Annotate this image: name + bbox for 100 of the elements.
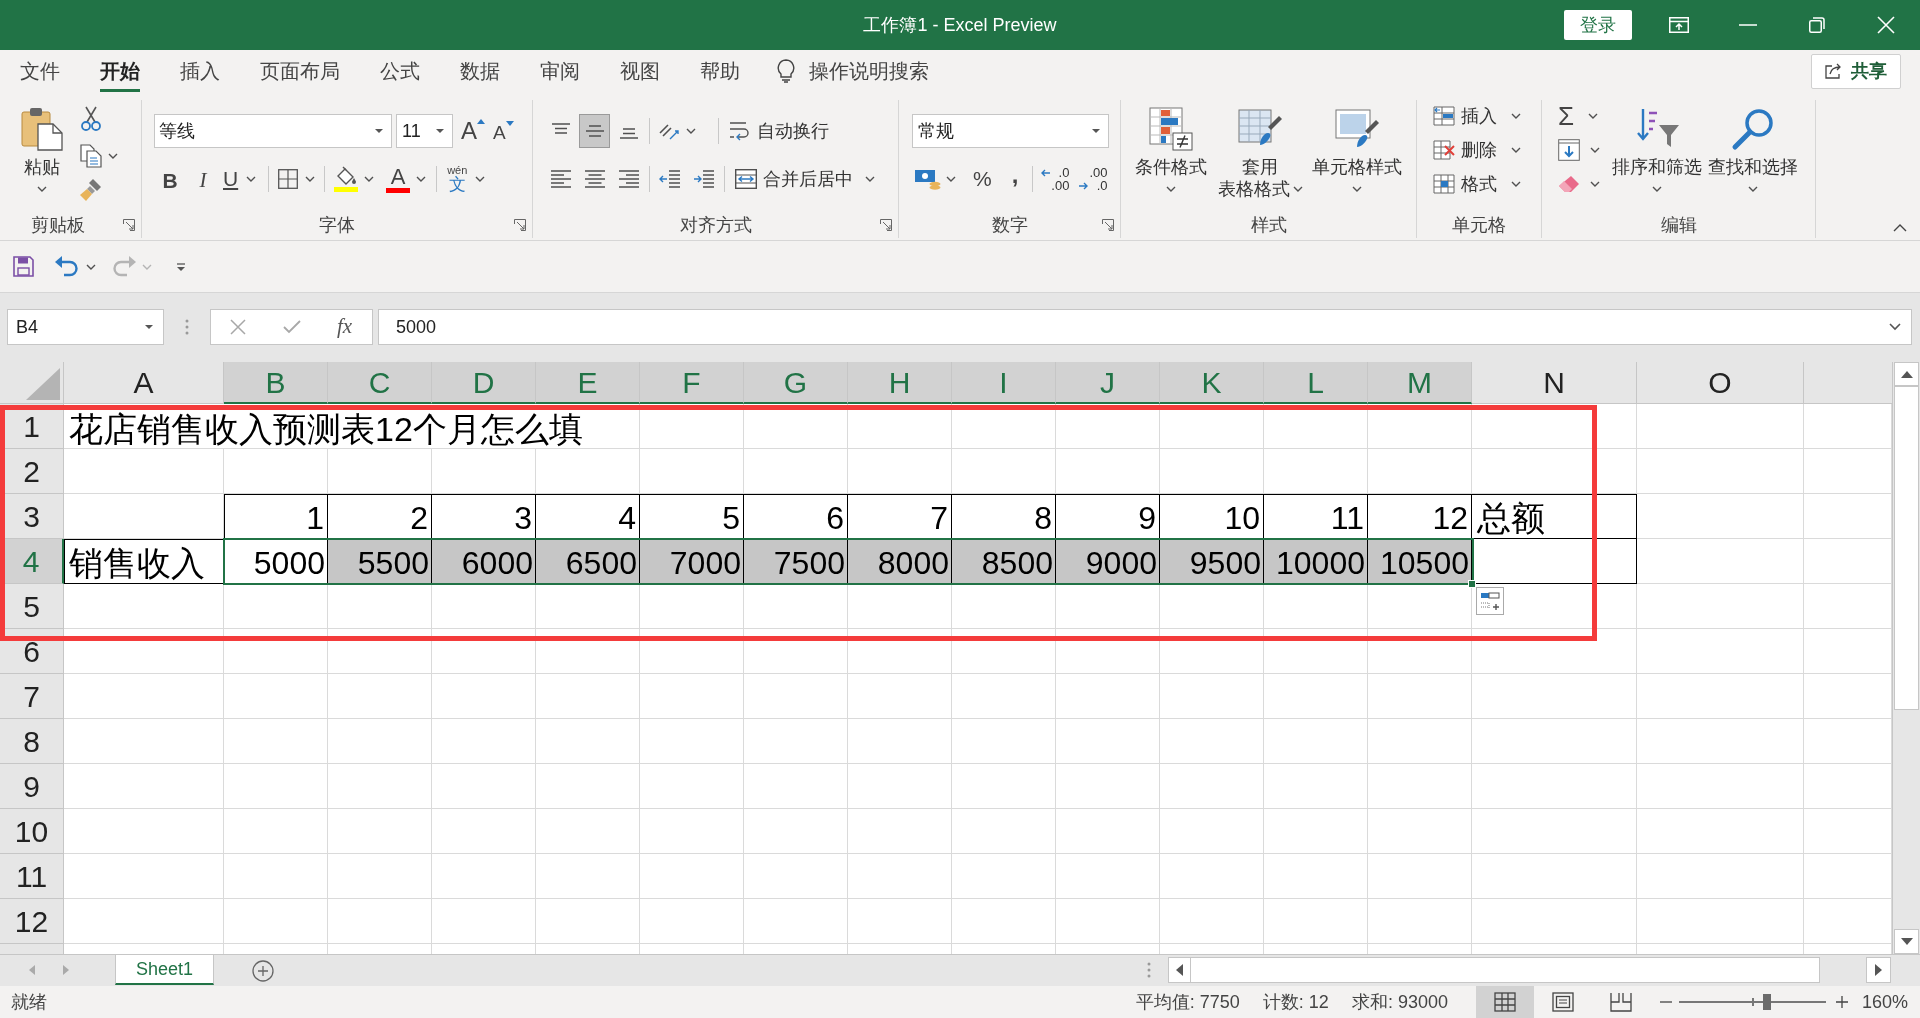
menu-tab[interactable]: 页面布局 xyxy=(260,50,340,92)
formula-input[interactable]: 5000 xyxy=(378,309,1912,345)
scroll-right-button[interactable] xyxy=(1866,957,1891,983)
menu-tab[interactable]: 视图 xyxy=(620,50,660,92)
sheet-cell[interactable]: 8 xyxy=(952,494,1056,539)
scroll-up-button[interactable] xyxy=(1894,362,1919,386)
font-color-button[interactable]: A xyxy=(386,164,427,194)
scrollbar-thumb[interactable] xyxy=(1191,957,1820,983)
increase-decimal-button[interactable]: .0 .00 xyxy=(1041,166,1070,192)
percent-button[interactable]: % xyxy=(973,163,992,195)
row-header[interactable]: 12 xyxy=(0,899,64,944)
merge-center-button[interactable]: 合并后居中 xyxy=(735,164,875,194)
phonetic-guide-button[interactable]: wén 文 xyxy=(447,164,486,194)
normal-view-button[interactable] xyxy=(1475,986,1534,1018)
scroll-left-button[interactable] xyxy=(1168,957,1191,983)
comma-style-button[interactable]: , xyxy=(1011,165,1019,193)
row-header[interactable]: 10 xyxy=(0,809,64,854)
sheet-cell[interactable]: 7000 xyxy=(640,539,744,584)
conditional-style-button[interactable]: 条件格式 xyxy=(1131,100,1211,212)
sheet-cell[interactable]: 7 xyxy=(848,494,952,539)
increase-indent-icon[interactable] xyxy=(693,170,715,188)
slider-thumb[interactable] xyxy=(1763,994,1772,1010)
column-header[interactable]: D xyxy=(432,362,536,404)
number-format-field[interactable]: 常规 xyxy=(912,114,1109,148)
plus-icon[interactable] xyxy=(1835,996,1848,1008)
menu-tab[interactable]: 审阅 xyxy=(540,50,580,92)
column-header[interactable]: N xyxy=(1472,362,1637,404)
search-field[interactable]: 操作说明搜索 xyxy=(809,56,1009,86)
column-header[interactable]: J xyxy=(1056,362,1160,404)
autosum-button[interactable]: Σ xyxy=(1558,104,1600,128)
font-size-field[interactable]: 11 xyxy=(396,114,453,148)
sheet-cell[interactable]: 10 xyxy=(1160,494,1264,539)
sort-filter-button[interactable]: 排序和筛选 xyxy=(1611,100,1703,212)
column-header[interactable]: F xyxy=(640,362,744,404)
bold-button[interactable]: B xyxy=(158,165,182,193)
minimize-icon[interactable] xyxy=(1738,24,1757,26)
sheet-cell[interactable]: 6000 xyxy=(432,539,536,584)
sheet-cell[interactable]: 总额 xyxy=(1472,494,1637,539)
menu-tab[interactable]: 数据 xyxy=(460,50,500,92)
row-header[interactable]: 7 xyxy=(0,674,64,719)
sheet-cell[interactable]: 7500 xyxy=(744,539,848,584)
column-header[interactable]: H xyxy=(848,362,952,404)
sheet-cell[interactable]: 2 xyxy=(328,494,432,539)
minus-icon[interactable] xyxy=(1659,1001,1672,1003)
sheet-cell[interactable]: 4 xyxy=(536,494,640,539)
sheet-cell[interactable]: 销售收入 xyxy=(64,539,224,584)
table-plus-icon[interactable] xyxy=(1476,587,1504,615)
scroll-down-button[interactable] xyxy=(1894,929,1919,954)
middle-align-button[interactable] xyxy=(579,114,610,148)
menu-tab[interactable]: 公式 xyxy=(380,50,420,92)
shrink-font-button[interactable]: A xyxy=(493,116,514,146)
font-name-field[interactable]: 等线 xyxy=(154,114,392,148)
check-icon[interactable] xyxy=(283,320,301,334)
undo-icon[interactable] xyxy=(55,256,78,277)
decrease-indent-icon[interactable] xyxy=(659,170,681,188)
fill-color-button[interactable] xyxy=(334,165,375,193)
name-box[interactable]: B4 xyxy=(7,309,164,345)
column-header[interactable]: A xyxy=(64,362,224,404)
save-icon[interactable] xyxy=(13,256,34,277)
column-header[interactable]: L xyxy=(1264,362,1368,404)
sheet-tab[interactable]: Sheet1 xyxy=(115,955,215,985)
chevron-up-icon[interactable] xyxy=(1893,224,1907,232)
menu-tab[interactable]: 帮助 xyxy=(700,50,740,92)
column-header[interactable]: M xyxy=(1368,362,1472,404)
column-header[interactable]: E xyxy=(536,362,640,404)
scissors-icon[interactable] xyxy=(80,106,102,132)
column-header[interactable]: K xyxy=(1160,362,1264,404)
column-header[interactable]: C xyxy=(328,362,432,404)
column-header[interactable]: G xyxy=(744,362,848,404)
paste-button[interactable]: 粘贴 xyxy=(16,100,68,212)
row-header[interactable]: 9 xyxy=(0,764,64,809)
paintbrush-icon[interactable] xyxy=(80,178,102,202)
sheet-cell[interactable]: 9 xyxy=(1056,494,1160,539)
table-style-button[interactable]: 套用 表格格式 xyxy=(1215,100,1305,212)
fill-button[interactable] xyxy=(1558,138,1600,162)
sheet-cell[interactable]: 5500 xyxy=(328,539,432,584)
column-header[interactable]: I xyxy=(952,362,1056,404)
corner-arrow-icon[interactable] xyxy=(880,219,892,231)
sheet-cell[interactable]: 8500 xyxy=(952,539,1056,584)
underline-button[interactable]: U xyxy=(223,165,257,193)
sheet-cell[interactable]: 5 xyxy=(640,494,744,539)
insert-cells-button[interactable]: 插入 xyxy=(1433,104,1521,128)
share-button[interactable]: 共享 xyxy=(1811,53,1901,89)
sheet-cell[interactable]: 9000 xyxy=(1056,539,1160,584)
decrease-decimal-button[interactable]: .00 .0 xyxy=(1079,166,1108,192)
restore-icon[interactable] xyxy=(1808,17,1825,33)
vertical-dots-icon[interactable] xyxy=(1147,962,1151,978)
format-cells-button[interactable]: 格式 xyxy=(1433,172,1521,196)
cell-style-button[interactable]: 单元格样式 xyxy=(1310,100,1404,212)
cancel-icon[interactable] xyxy=(230,319,246,335)
window-up-arrow-icon[interactable] xyxy=(1668,17,1689,33)
sheet-cell[interactable]: 6500 xyxy=(536,539,640,584)
corner-arrow-icon[interactable] xyxy=(123,219,135,231)
italic-button[interactable]: I xyxy=(191,165,215,193)
fill-handle[interactable] xyxy=(1468,580,1476,588)
insert-function-button[interactable]: fx xyxy=(337,311,353,343)
column-header[interactable]: B xyxy=(224,362,328,404)
sheet-cell[interactable]: 11 xyxy=(1264,494,1368,539)
sheet-cell[interactable]: 12 xyxy=(1368,494,1472,539)
find-select-button[interactable]: 查找和选择 xyxy=(1707,100,1799,212)
